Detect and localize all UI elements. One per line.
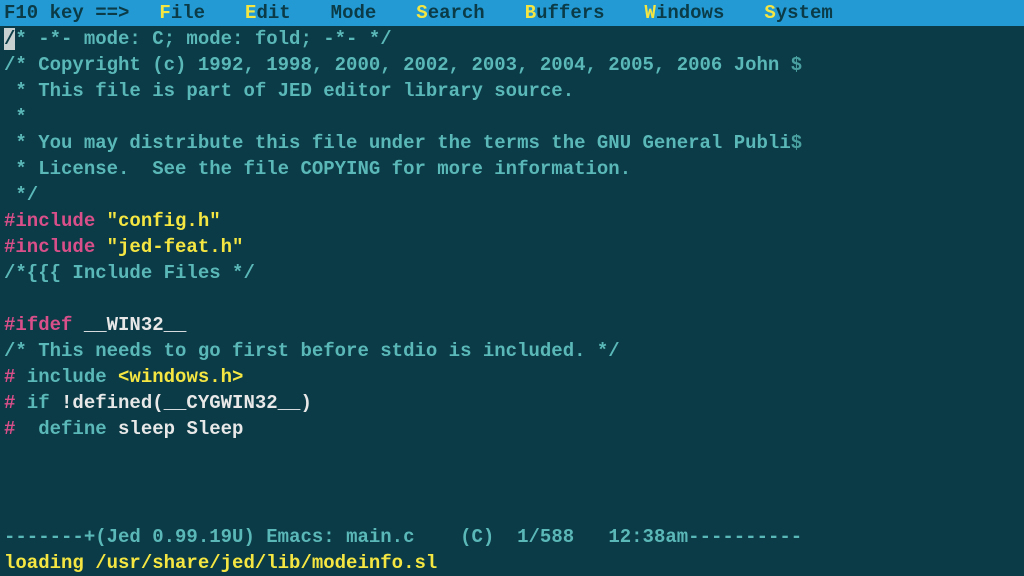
code-line: /*{{{ Include Files */ xyxy=(4,260,1020,286)
code-line: #include "config.h" xyxy=(4,208,1020,234)
text-cursor: / xyxy=(4,28,15,50)
code-line: * xyxy=(4,104,1020,130)
menu-system[interactable]: System xyxy=(764,0,832,26)
code-line: * License. See the file COPYING for more… xyxy=(4,156,1020,182)
menu-edit[interactable]: Edit xyxy=(245,0,291,26)
code-line: # if !defined(__CYGWIN32__) xyxy=(4,390,1020,416)
code-line: #include "jed-feat.h" xyxy=(4,234,1020,260)
code-line: */ xyxy=(4,182,1020,208)
code-line: * You may distribute this file under the… xyxy=(4,130,1020,156)
status-bar: -------+(Jed 0.99.19U) Emacs: main.c (C)… xyxy=(0,524,1024,550)
menu-search[interactable]: Search xyxy=(416,0,484,26)
menu-buffers[interactable]: Buffers xyxy=(525,0,605,26)
menu-file[interactable]: File xyxy=(159,0,205,26)
minibuffer[interactable]: loading /usr/share/jed/lib/modeinfo.sl xyxy=(0,550,1024,576)
menu-prompt: F10 key ==> xyxy=(4,0,129,26)
menu-mode[interactable]: Mode xyxy=(331,0,377,26)
menu-windows[interactable]: Windows xyxy=(645,0,725,26)
code-line: * This file is part of JED editor librar… xyxy=(4,78,1020,104)
code-line xyxy=(4,286,1020,312)
code-line: /* -*- mode: C; mode: fold; -*- */ xyxy=(4,26,1020,52)
code-line: # include <windows.h> xyxy=(4,364,1020,390)
code-line: /* This needs to go first before stdio i… xyxy=(4,338,1020,364)
code-line: #ifdef __WIN32__ xyxy=(4,312,1020,338)
editor-area[interactable]: /* -*- mode: C; mode: fold; -*- */ /* Co… xyxy=(0,26,1024,442)
code-line: # define sleep Sleep xyxy=(4,416,1020,442)
code-line: /* Copyright (c) 1992, 1998, 2000, 2002,… xyxy=(4,52,1020,78)
menu-bar: F10 key ==> File Edit Mode Search Buffer… xyxy=(0,0,1024,26)
